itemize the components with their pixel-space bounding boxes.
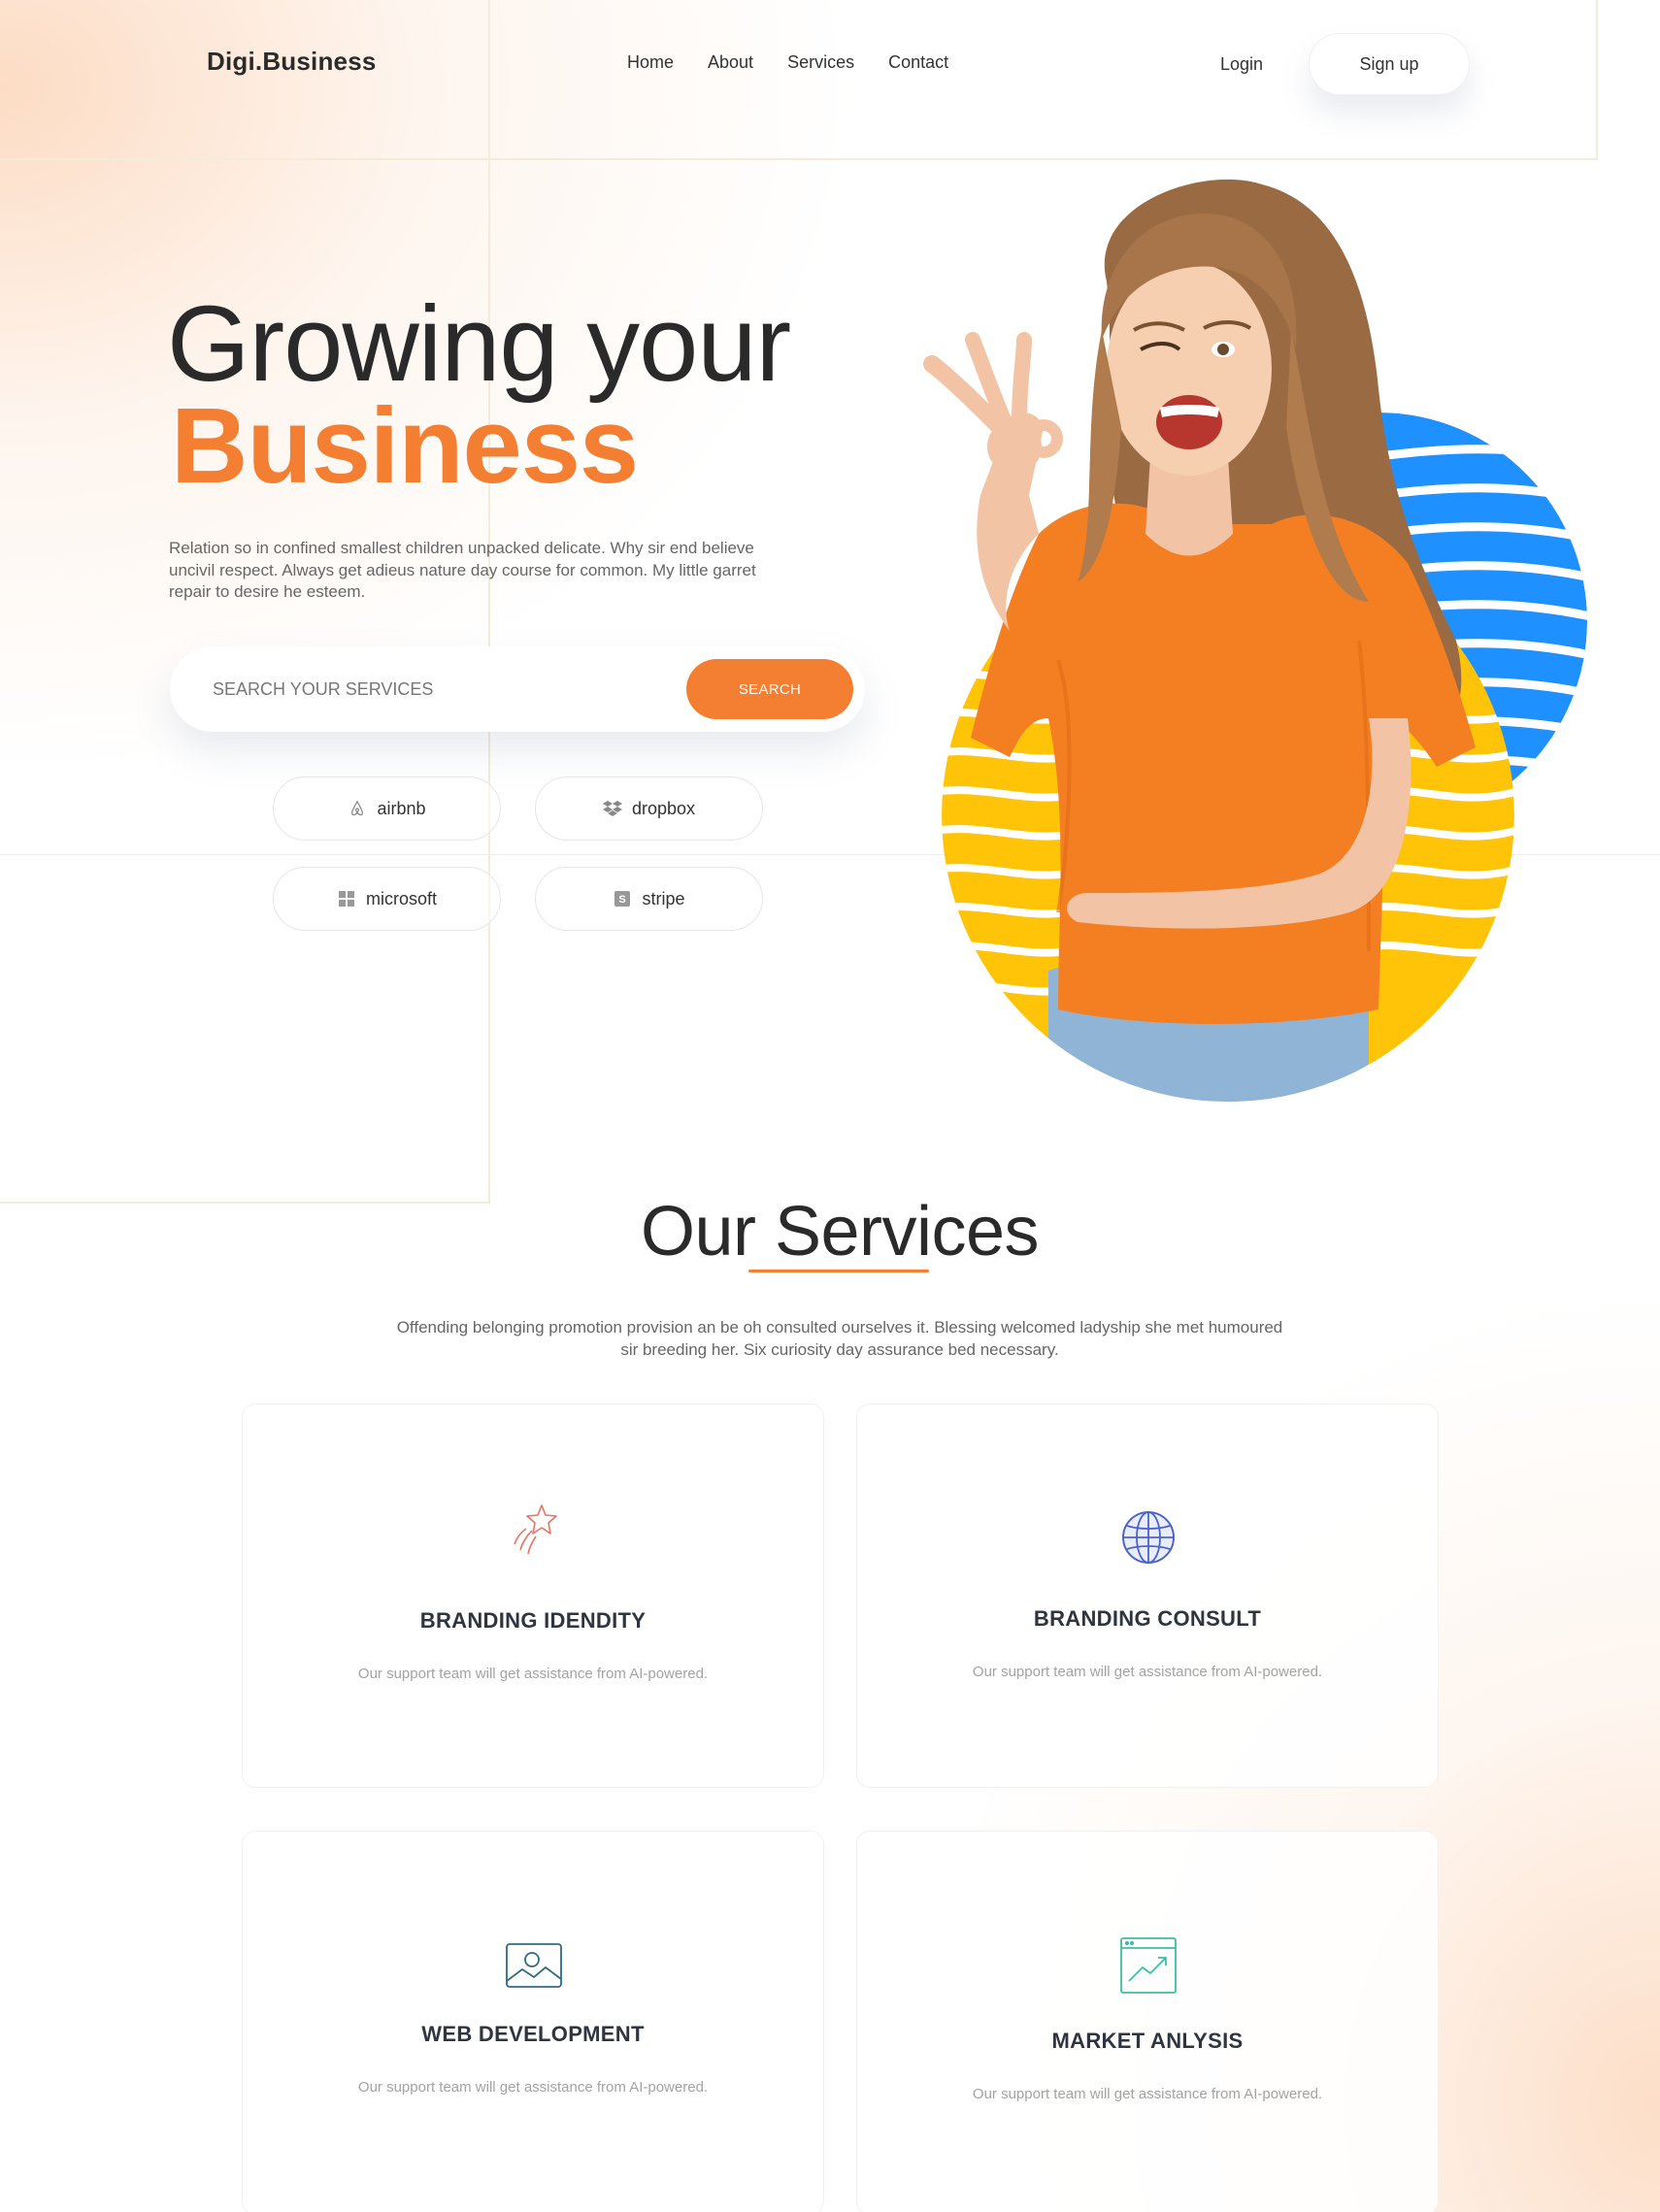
service-card-title: BRANDING CONSULT [1033,1606,1262,1631]
frame-line [1596,0,1598,160]
airbnb-icon [348,799,367,818]
service-card-title: BRANDING IDENDITY [419,1608,647,1633]
nav-about[interactable]: About [708,52,753,73]
stripe-icon: S [613,889,632,908]
brand-label: stripe [642,888,685,908]
service-card-title: WEB DEVELOPMENT [421,2022,645,2046]
service-card-description: Our support team will get assistance fro… [357,1666,709,1682]
brand-pill-microsoft[interactable]: microsoft [273,867,501,931]
brand-label: microsoft [365,888,437,908]
service-card-branding-consult[interactable]: BRANDING CONSULT Our support team will g… [856,1403,1439,1788]
chart-trend-icon [1119,1936,1178,1995]
main-nav: Home About Services Contact [627,52,948,73]
globe-icon [1119,1508,1178,1567]
service-card-web-development[interactable]: WEB DEVELOPMENT Our support team will ge… [242,1831,824,2212]
login-link[interactable]: Login [1220,54,1263,75]
brand-pill-dropbox[interactable]: dropbox [535,776,763,841]
search-bar: SEARCH [170,646,865,732]
microsoft-icon [337,889,356,908]
hero-title-highlight: Business [171,386,639,506]
service-card-market-analysis[interactable]: MARKET ANLYSIS Our support team will get… [856,1831,1439,2212]
services-description: Offending belonging promotion provision … [396,1318,1283,1359]
frame-line [0,158,1598,160]
service-card-description: Our support team will get assistance fro… [972,2086,1323,2102]
services-title-underline [748,1270,929,1272]
nav-contact[interactable]: Contact [888,52,948,73]
nav-home[interactable]: Home [627,52,674,73]
brand-pill-airbnb[interactable]: airbnb [273,776,501,841]
brand-label: airbnb [377,798,426,818]
service-card-description: Our support team will get assistance fro… [972,1664,1323,1680]
hero-title: Growing your [167,284,791,404]
image-icon [505,1936,563,1995]
dropbox-icon [602,799,622,818]
service-card-branding-identity[interactable]: BRANDING IDENDITY Our support team will … [242,1403,824,1788]
hero-image [923,179,1587,1102]
search-button[interactable]: SEARCH [686,659,853,719]
services-title: Our Services [640,1193,1040,1271]
brand-label: dropbox [631,798,696,818]
search-input[interactable] [213,674,640,705]
nav-services[interactable]: Services [787,52,854,73]
svg-text:S: S [619,894,626,906]
service-card-title: MARKET ANLYSIS [1051,2029,1244,2053]
site-logo[interactable]: Digi.Business [207,47,377,77]
brand-pill-stripe[interactable]: S stripe [535,867,763,931]
hero-description: Relation so in confined smallest childre… [169,539,756,601]
shooting-star-icon [505,1502,563,1560]
signup-button[interactable]: Sign up [1309,33,1470,95]
service-card-description: Our support team will get assistance fro… [357,2079,709,2096]
